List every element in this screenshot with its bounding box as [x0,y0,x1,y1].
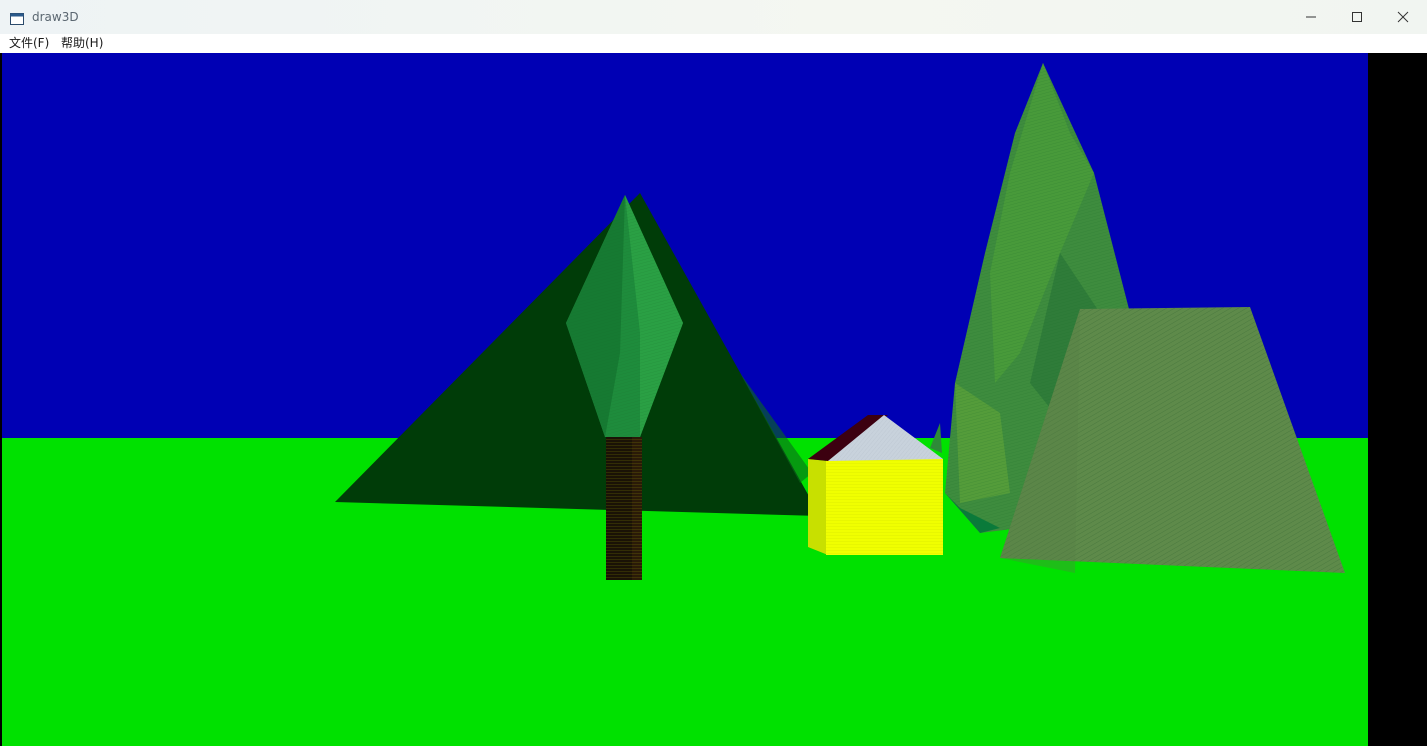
window-title: draw3D [32,10,79,24]
menu-help[interactable]: 帮助(H) [61,35,103,51]
close-button[interactable] [1380,0,1426,34]
menu-file[interactable]: 文件(F) [9,35,49,51]
minimize-button[interactable] [1288,0,1334,34]
minimize-icon [1305,11,1317,23]
menu-bar: 文件(F) 帮助(H) [0,34,1427,53]
scene-canvas[interactable] [0,53,1427,746]
app-window: draw3D 文件(F) 帮助(H) [0,0,1427,746]
tree-trunk [606,437,642,580]
viewport-side-panel [1368,53,1427,746]
app-window-icon [10,10,24,25]
maximize-icon [1351,11,1363,23]
close-icon [1397,11,1409,23]
title-bar[interactable]: draw3D [0,0,1427,34]
3d-viewport[interactable] [0,53,1427,746]
maximize-button[interactable] [1334,0,1380,34]
